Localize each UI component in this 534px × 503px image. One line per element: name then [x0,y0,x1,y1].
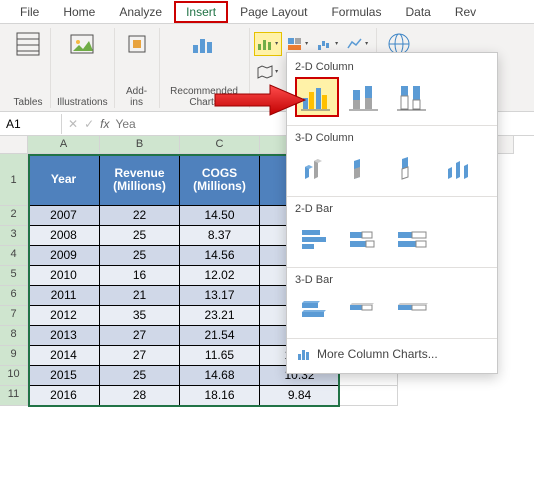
cell[interactable] [340,386,398,406]
formula-preview[interactable]: Yea [115,117,135,131]
cell[interactable]: 14.68 [180,366,260,386]
more-column-charts[interactable]: More Column Charts... [287,341,497,367]
group-label: Tables [14,97,43,108]
cell[interactable]: 23.21 [180,306,260,326]
cell[interactable]: 25 [100,366,180,386]
group-addins[interactable]: Add- ins [115,28,160,108]
3d-100-stacked-column-option[interactable] [391,148,435,188]
group-label: Illustrations [57,97,108,108]
group-illustrations[interactable]: Illustrations [51,28,115,108]
stacked-column-option[interactable] [343,77,387,117]
row-header[interactable]: 4 [0,246,28,266]
cell[interactable]: 8.37 [180,226,260,246]
group-label: Add- ins [126,86,147,108]
cell[interactable]: 2012 [28,306,100,326]
row-header[interactable]: 3 [0,226,28,246]
cell[interactable]: 14.50 [180,206,260,226]
tables-icon [12,28,44,60]
fx-icon[interactable]: fx [100,117,109,131]
col-header-c[interactable]: C [180,136,260,154]
map-chart-button[interactable] [254,60,282,84]
illustrations-icon [66,28,98,60]
col-header-a[interactable]: A [28,136,100,154]
tab-data[interactable]: Data [393,1,442,23]
section-3d-bar: 3-D Bar [287,270,497,288]
col-header-b[interactable]: B [100,136,180,154]
column-chart-dropdown: 2-D Column 3-D Column 2-D Bar 3-D Bar Mo… [286,52,498,374]
cell[interactable]: 18.16 [180,386,260,406]
cell[interactable]: 21 [100,286,180,306]
fx-cancel-icon[interactable]: ✕ [68,117,78,131]
tab-home[interactable]: Home [51,1,107,23]
cell[interactable]: 2016 [28,386,100,406]
3d-clustered-column-option[interactable] [295,148,339,188]
tab-analyze[interactable]: Analyze [107,1,174,23]
cell[interactable]: 2011 [28,286,100,306]
section-2d-bar: 2-D Bar [287,199,497,217]
3d-clustered-bar-option[interactable] [295,290,339,330]
cell[interactable]: Revenue (Millions) [100,154,180,206]
cell[interactable]: 2013 [28,326,100,346]
cell[interactable]: 28 [100,386,180,406]
3d-column-option[interactable] [439,148,483,188]
cell[interactable]: 12.02 [180,266,260,286]
3d-stacked-bar-option[interactable] [343,290,387,330]
cell[interactable]: 35 [100,306,180,326]
row-header[interactable]: 1 [0,154,28,206]
cell[interactable]: 2015 [28,366,100,386]
annotation-arrow [210,82,310,122]
name-box[interactable]: A1 [0,114,62,134]
row-header[interactable]: 5 [0,266,28,286]
row-header[interactable]: 9 [0,346,28,366]
tab-file[interactable]: File [8,1,51,23]
cell[interactable]: 22 [100,206,180,226]
clustered-bar-option[interactable] [295,219,339,259]
recommended-charts-icon [188,28,220,60]
addins-icon [121,28,153,60]
row-header[interactable]: 6 [0,286,28,306]
cell[interactable]: 2010 [28,266,100,286]
tab-page-layout[interactable]: Page Layout [228,1,319,23]
cell[interactable]: 2009 [28,246,100,266]
cell[interactable]: 2007 [28,206,100,226]
3d-100-stacked-bar-option[interactable] [391,290,435,330]
cell[interactable]: 21.54 [180,326,260,346]
cell[interactable]: 13.17 [180,286,260,306]
cell[interactable]: 9.84 [260,386,340,406]
cell[interactable]: 2008 [28,226,100,246]
cell[interactable]: 27 [100,326,180,346]
row-header[interactable]: 2 [0,206,28,226]
cell[interactable]: Year [28,154,100,206]
row-header[interactable]: 10 [0,366,28,386]
row-header[interactable]: 8 [0,326,28,346]
ribbon-tabs: File Home Analyze Insert Page Layout For… [0,0,534,24]
cell[interactable]: 2014 [28,346,100,366]
row-header[interactable]: 7 [0,306,28,326]
chart-icon [297,347,311,361]
cell[interactable]: COGS (Millions) [180,154,260,206]
cell[interactable]: 16 [100,266,180,286]
cell[interactable]: 25 [100,226,180,246]
row-header[interactable]: 11 [0,386,28,406]
3d-stacked-column-option[interactable] [343,148,387,188]
tab-insert[interactable]: Insert [174,1,228,23]
cell[interactable]: 25 [100,246,180,266]
tab-review[interactable]: Rev [443,1,488,23]
100-stacked-column-option[interactable] [391,77,435,117]
column-chart-button[interactable] [254,32,282,56]
group-tables[interactable]: Tables [6,28,51,108]
section-2d-column: 2-D Column [287,57,497,75]
cell[interactable]: 11.65 [180,346,260,366]
fx-confirm-icon[interactable]: ✓ [84,117,94,131]
tab-formulas[interactable]: Formulas [319,1,393,23]
100-stacked-bar-option[interactable] [391,219,435,259]
select-all-triangle[interactable] [0,136,28,154]
cell[interactable]: 27 [100,346,180,366]
cell[interactable]: 14.56 [180,246,260,266]
section-3d-column: 3-D Column [287,128,497,146]
stacked-bar-option[interactable] [343,219,387,259]
